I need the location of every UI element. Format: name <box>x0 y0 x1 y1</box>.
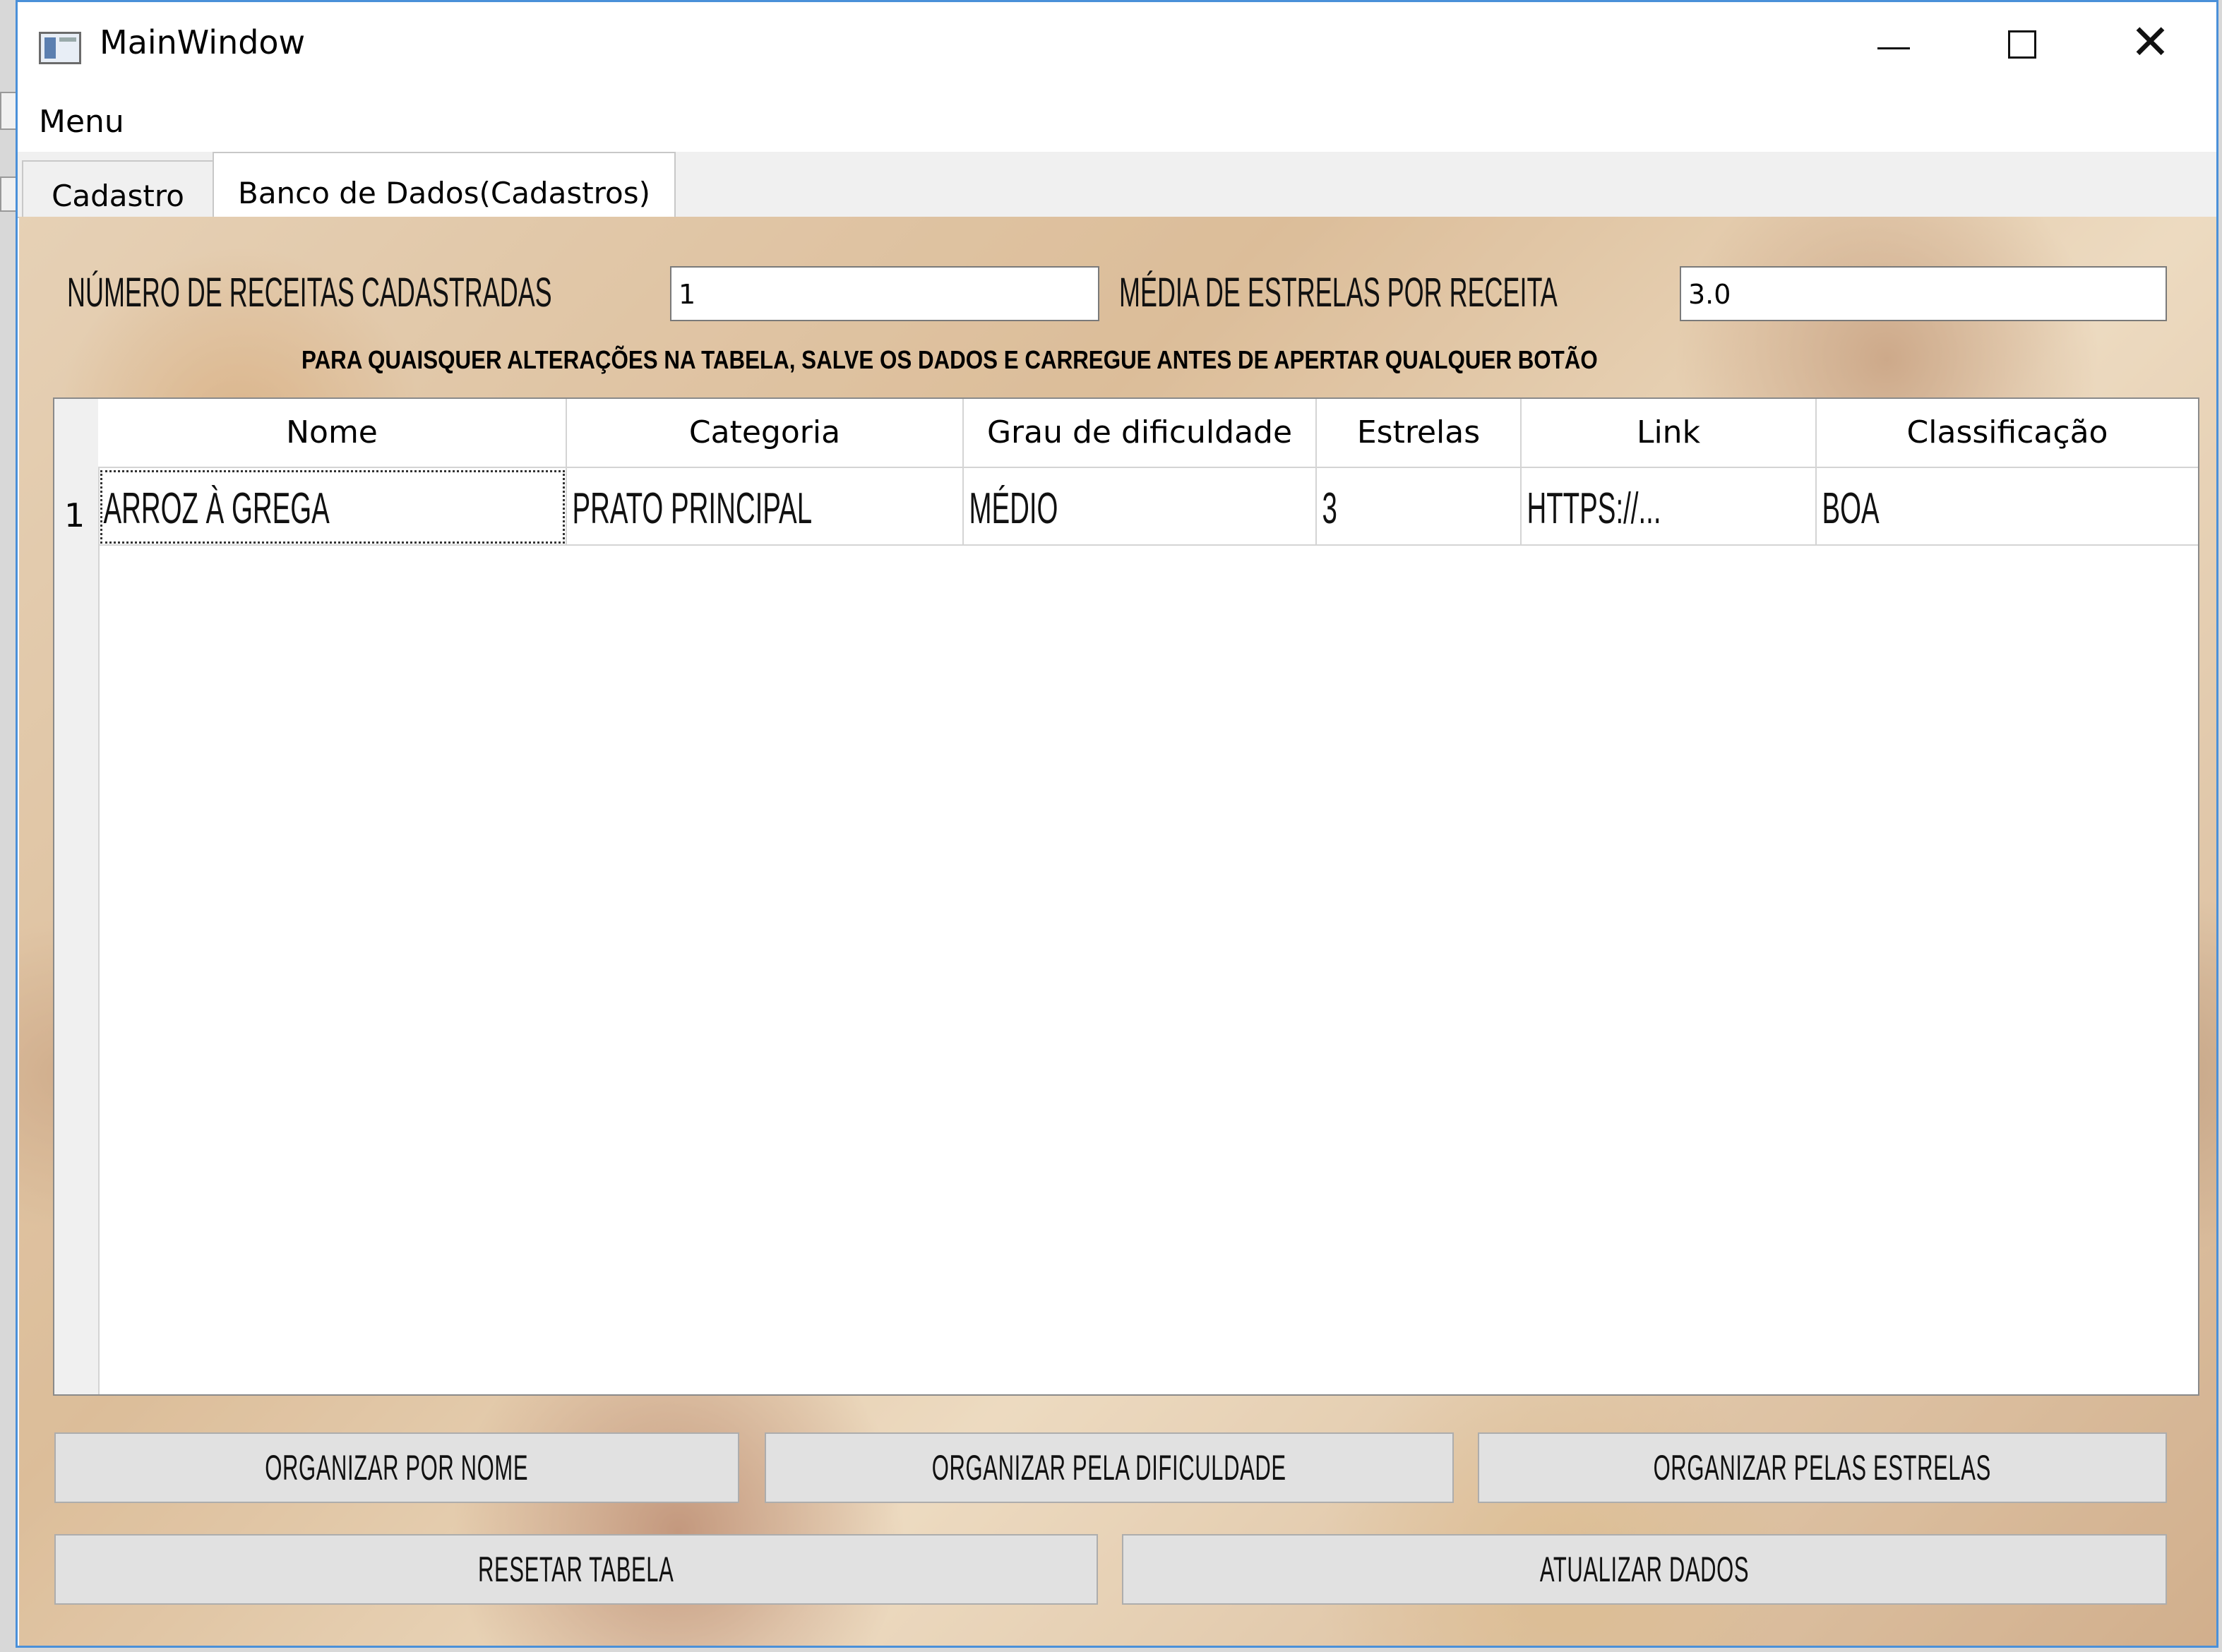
title-bar: MainWindow ✕ <box>18 2 2216 90</box>
sort-by-stars-button[interactable]: ORGANIZAR PELAS ESTRELAS <box>1478 1432 2167 1503</box>
column-header-classificacao[interactable]: Classificação <box>1817 399 2198 468</box>
column-header-dificuldade[interactable]: Grau de dificuldade <box>964 399 1317 468</box>
column-header-categoria[interactable]: Categoria <box>567 399 964 468</box>
menu-item-menu[interactable]: Menu <box>39 104 124 140</box>
recipe-count-field[interactable]: 1 <box>670 266 1099 321</box>
table-cell-estrelas[interactable]: 3 <box>1317 468 1522 546</box>
minimize-button[interactable] <box>1832 13 1959 81</box>
minimize-icon <box>1877 47 1910 49</box>
maximize-button[interactable] <box>1963 13 2090 81</box>
recipes-table[interactable]: Nome Categoria Grau de dificuldade Estre… <box>53 397 2199 1396</box>
table-cell-classificacao[interactable]: BOA <box>1817 468 2198 546</box>
menu-bar: Menu <box>18 90 2216 152</box>
row-number[interactable]: 1 <box>64 496 85 534</box>
table-cell-link[interactable]: HTTPS://... <box>1522 468 1817 546</box>
average-stars-label: MÉDIA DE ESTRELAS POR RECEITA <box>1119 270 1558 316</box>
tab-banco-de-dados[interactable]: Banco de Dados(Cadastros) <box>213 152 676 218</box>
close-icon: ✕ <box>2130 15 2170 71</box>
button-label: ORGANIZAR PELAS ESTRELAS <box>1653 1448 1992 1488</box>
table-cell-nome[interactable]: ARROZ À GREGA <box>98 468 567 546</box>
tab-content-panel: NÚMERO DE RECEITAS CADASTRADAS 1 MÉDIA D… <box>19 217 2216 1646</box>
button-label: ORGANIZAR PELA DIFICULDADE <box>932 1448 1286 1488</box>
tab-bar: Cadastro Banco de Dados(Cadastros) <box>18 152 2216 218</box>
button-label: ATUALIZAR DADOS <box>1539 1550 1750 1589</box>
table-cell-text: 3 <box>1322 484 1337 533</box>
row-header-column <box>54 399 100 1394</box>
app-window-icon <box>39 32 81 64</box>
button-label: RESETAR TABELA <box>478 1550 674 1589</box>
main-window: MainWindow ✕ Menu Cadastro Banco de Dado… <box>16 0 2218 1648</box>
table-cell-text: PRATO PRINCIPAL <box>572 484 813 533</box>
table-cell-text: HTTPS://... <box>1527 484 1661 533</box>
window-title: MainWindow <box>100 23 306 61</box>
column-header-nome[interactable]: Nome <box>98 399 567 468</box>
table-cell-text: ARROZ À GREGA <box>103 484 330 533</box>
column-header-estrelas[interactable]: Estrelas <box>1317 399 1522 468</box>
maximize-icon <box>2008 30 2036 59</box>
table-cell-text: BOA <box>1822 484 1880 533</box>
recipe-count-label: NÚMERO DE RECEITAS CADASTRADAS <box>67 270 552 316</box>
reset-table-button[interactable]: RESETAR TABELA <box>54 1534 1098 1605</box>
table-cell-categoria[interactable]: PRATO PRINCIPAL <box>567 468 964 546</box>
sort-by-difficulty-button[interactable]: ORGANIZAR PELA DIFICULDADE <box>765 1432 1454 1503</box>
tab-cadastro[interactable]: Cadastro <box>22 160 214 217</box>
table-cell-text: MÉDIO <box>969 484 1058 533</box>
column-header-link[interactable]: Link <box>1522 399 1817 468</box>
update-data-button[interactable]: ATUALIZAR DADOS <box>1122 1534 2167 1605</box>
close-button[interactable]: ✕ <box>2093 13 2216 81</box>
button-label: ORGANIZAR POR NOME <box>265 1448 529 1488</box>
sort-by-name-button[interactable]: ORGANIZAR POR NOME <box>54 1432 739 1503</box>
table-cell-dificuldade[interactable]: MÉDIO <box>964 468 1317 546</box>
average-stars-field[interactable]: 3.0 <box>1680 266 2167 321</box>
table-notice: PARA QUAISQUER ALTERAÇÕES NA TABELA, SAL… <box>301 345 1598 374</box>
